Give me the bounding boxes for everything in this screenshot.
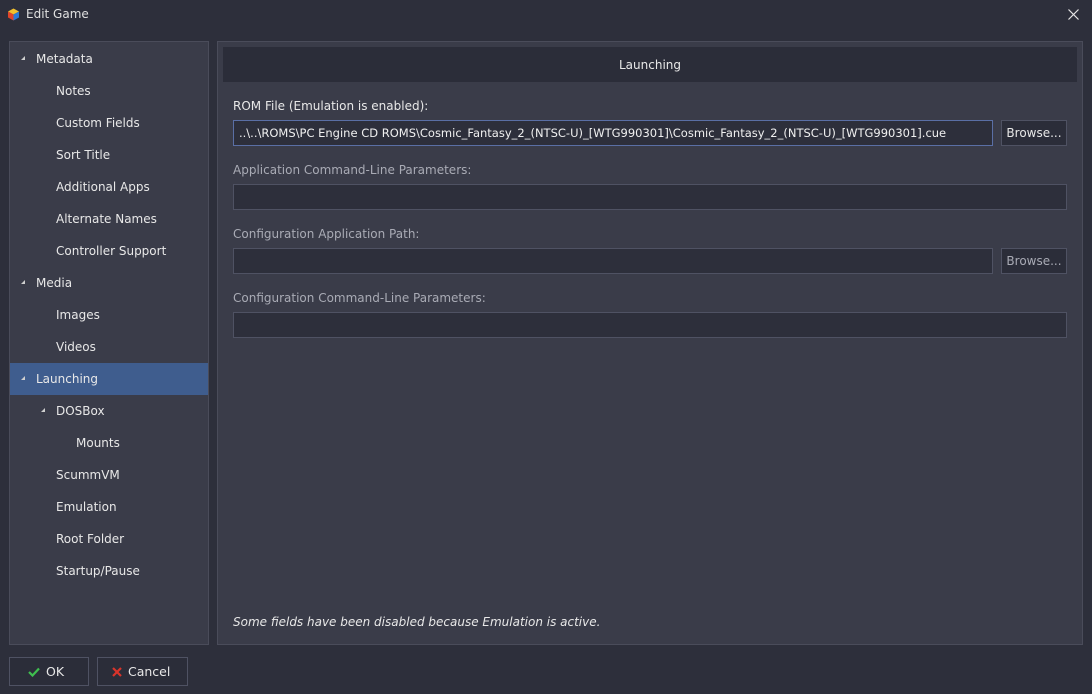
close-icon [1067, 8, 1079, 20]
settings-tree: Metadata Notes Custom Fields Sort Title … [9, 41, 209, 645]
tree-item-label: Launching [36, 372, 99, 386]
tree-item-videos[interactable]: Videos [10, 331, 208, 363]
tree-item-scummvm[interactable]: ScummVM [10, 459, 208, 491]
tree-item-launching[interactable]: Launching [10, 363, 208, 395]
tree-item-emulation[interactable]: Emulation [10, 491, 208, 523]
tree-item-label: Media [36, 276, 73, 290]
tree-item-controller-support[interactable]: Controller Support [10, 235, 208, 267]
tree-item-label: Mounts [76, 436, 120, 450]
tree-item-alternate-names[interactable]: Alternate Names [10, 203, 208, 235]
cancel-label: Cancel [128, 664, 171, 679]
tree-item-additional-apps[interactable]: Additional Apps [10, 171, 208, 203]
tree-item-label: Root Folder [56, 532, 125, 546]
tree-item-label: Metadata [36, 52, 93, 66]
app-params-label: Application Command-Line Parameters: [233, 163, 472, 177]
rom-browse-button[interactable]: Browse... [1001, 120, 1067, 146]
cancel-button[interactable]: Cancel [97, 657, 188, 686]
expanded-arrow-icon[interactable] [21, 56, 25, 60]
section-header: Launching [223, 47, 1077, 82]
tree-item-startup-pause[interactable]: Startup/Pause [10, 555, 208, 587]
expanded-arrow-icon[interactable] [21, 376, 25, 380]
close-button[interactable] [1054, 0, 1092, 28]
tree-item-label: Controller Support [56, 244, 167, 258]
launching-panel: Launching ROM File (Emulation is enabled… [217, 41, 1083, 645]
tree-item-images[interactable]: Images [10, 299, 208, 331]
expanded-arrow-icon[interactable] [41, 408, 45, 412]
config-params-label: Configuration Command-Line Parameters: [233, 291, 486, 305]
tree-item-sort-title[interactable]: Sort Title [10, 139, 208, 171]
tree-item-label: Emulation [56, 500, 117, 514]
tree-item-label: Videos [56, 340, 96, 354]
tree-item-metadata[interactable]: Metadata [10, 43, 208, 75]
tree-item-label: Custom Fields [56, 116, 140, 130]
tree-item-label: Notes [56, 84, 91, 98]
tree-item-notes[interactable]: Notes [10, 75, 208, 107]
tree-item-label: Sort Title [56, 148, 111, 162]
tree-item-root-folder[interactable]: Root Folder [10, 523, 208, 555]
tree-item-media[interactable]: Media [10, 267, 208, 299]
config-browse-button[interactable]: Browse... [1001, 248, 1067, 274]
config-path-label: Configuration Application Path: [233, 227, 420, 241]
config-params-input[interactable] [233, 312, 1067, 338]
tree-item-label: Startup/Pause [56, 564, 140, 578]
ok-button[interactable]: OK [9, 657, 89, 686]
checkmark-icon [28, 667, 40, 677]
ok-label: OK [46, 664, 65, 679]
tree-item-label: Additional Apps [56, 180, 150, 194]
app-logo-icon [8, 8, 19, 21]
tree-item-label: Alternate Names [56, 212, 157, 226]
title-bar: Edit Game [0, 0, 1092, 30]
expanded-arrow-icon[interactable] [21, 280, 25, 284]
app-params-input[interactable] [233, 184, 1067, 210]
rom-file-label: ROM File (Emulation is enabled): [233, 99, 429, 113]
tree-item-label: Images [56, 308, 100, 322]
tree-item-mounts[interactable]: Mounts [10, 427, 208, 459]
tree-item-dosbox[interactable]: DOSBox [10, 395, 208, 427]
emulation-note: Some fields have been disabled because E… [233, 615, 601, 629]
tree-item-label: DOSBox [56, 404, 105, 418]
window-title: Edit Game [26, 7, 89, 21]
tree-item-label: ScummVM [56, 468, 120, 482]
tree-item-custom-fields[interactable]: Custom Fields [10, 107, 208, 139]
config-path-input[interactable] [233, 248, 993, 274]
cancel-x-icon [112, 666, 122, 677]
rom-file-input[interactable]: ..\..\ROMS\PC Engine CD ROMS\Cosmic_Fant… [233, 120, 993, 146]
